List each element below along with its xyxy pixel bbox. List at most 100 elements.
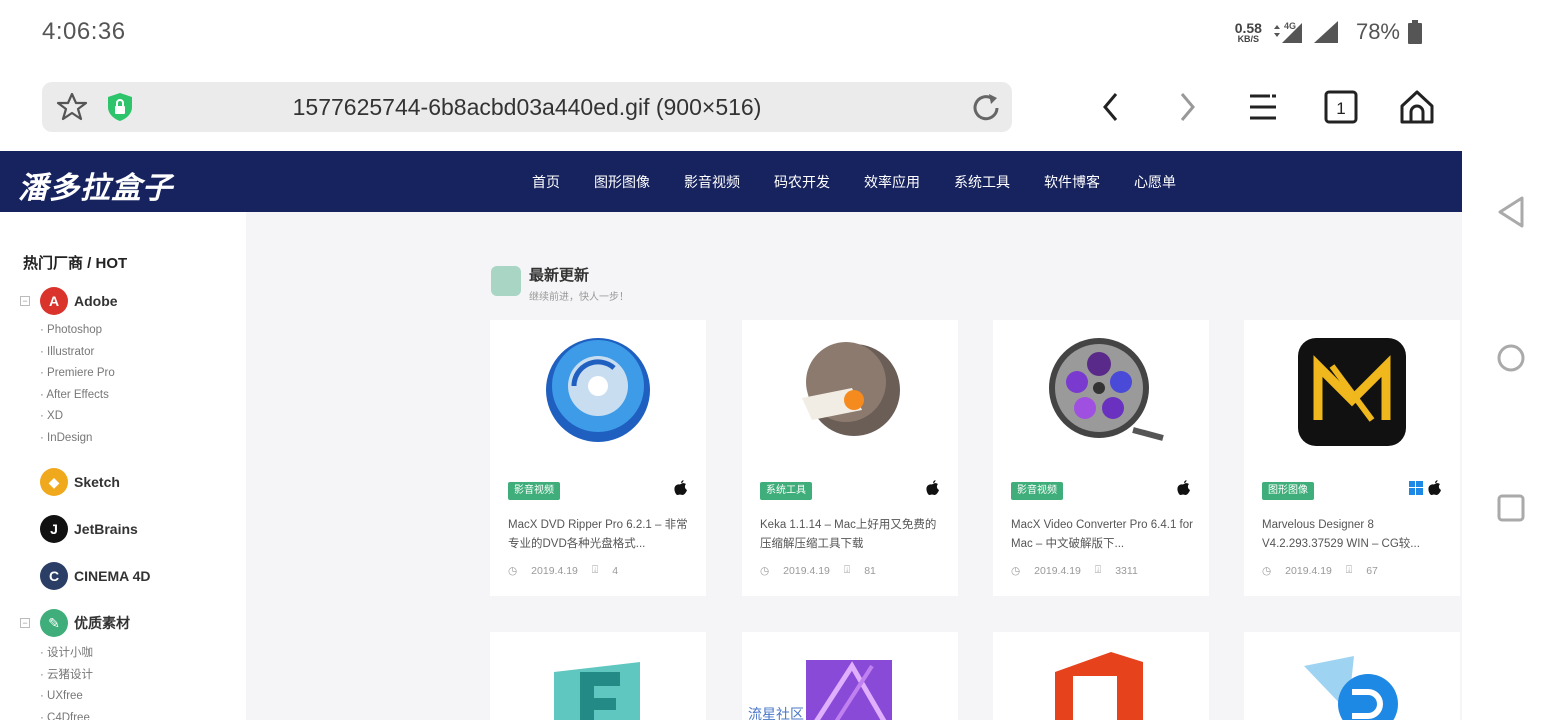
keka-app-icon xyxy=(802,342,900,436)
nav-wishlist[interactable]: 心愿单 xyxy=(1134,172,1176,192)
app-title[interactable]: Marvelous Designer 8 V4.2.293.37529 WIN … xyxy=(1262,516,1444,554)
jetbrains-logo-icon: J xyxy=(40,515,68,543)
list-item[interactable]: · Photoshop xyxy=(40,320,115,342)
app-title[interactable]: MacX DVD Ripper Pro 6.2.1 – 非常专业的DVD各种光盘… xyxy=(508,516,690,554)
nav-graphics[interactable]: 图形图像 xyxy=(594,172,650,192)
vendor-jetbrains[interactable]: J JetBrains xyxy=(40,515,138,543)
app-card[interactable] xyxy=(993,632,1209,720)
app-date: 2019.4.19 xyxy=(1285,564,1332,577)
sketch-logo-icon: ◆ xyxy=(40,468,68,496)
app-downloads: 67 xyxy=(1366,564,1378,577)
app-card[interactable]: 系统工具 Keka 1.1.14 – Mac上好用又免费的压缩解压缩工具下载 ◷… xyxy=(742,320,958,596)
category-tag[interactable]: 影音视频 xyxy=(508,482,560,500)
marvelous-designer-app-icon xyxy=(1298,338,1406,446)
cinema4d-logo-icon: C xyxy=(40,562,68,590)
vendor-cinema4d[interactable]: C CINEMA 4D xyxy=(40,562,151,590)
list-item[interactable]: · C4Dfree xyxy=(40,708,93,720)
vendor-label: Adobe xyxy=(74,293,118,309)
category-tag[interactable]: 影音视频 xyxy=(1011,482,1063,500)
nav-productivity[interactable]: 效率应用 xyxy=(864,172,920,192)
app-title[interactable]: MacX Video Converter Pro 6.4.1 for Mac –… xyxy=(1011,516,1193,554)
app-card[interactable] xyxy=(1244,632,1460,720)
vendor-sketch[interactable]: ◆ Sketch xyxy=(40,468,120,496)
autodesk-app-icon xyxy=(554,662,640,720)
url-text[interactable]: 1577625744-6b8acbd03a440ed.gif (900×516) xyxy=(42,82,1012,132)
network-type-label: 4G xyxy=(1284,21,1296,31)
nav-home[interactable]: 首页 xyxy=(532,172,560,192)
back-arrow-icon[interactable] xyxy=(1088,84,1134,130)
apple-icon xyxy=(1177,480,1190,495)
download-icon: ⍗ xyxy=(1345,564,1353,576)
forward-arrow-icon[interactable] xyxy=(1164,84,1210,130)
platform-icons xyxy=(674,480,688,496)
app-date: 2019.4.19 xyxy=(531,564,578,577)
list-item[interactable]: · Premiere Pro xyxy=(40,363,115,385)
mobile-signal-icon: 4G xyxy=(1273,21,1302,43)
collapse-icon[interactable]: − xyxy=(20,618,30,628)
app-downloads: 4 xyxy=(612,564,619,577)
site-header: 潘多拉盒子 首页 图形图像 影音视频 码农开发 效率应用 系统工具 软件博客 心… xyxy=(0,151,1462,212)
vendor-label: JetBrains xyxy=(74,521,138,537)
vendor-label: 优质素材 xyxy=(74,615,130,631)
home-icon[interactable] xyxy=(1394,84,1440,130)
tabs-icon: 1 xyxy=(1324,90,1358,124)
app-downloads: 3311 xyxy=(1115,564,1138,577)
hot-vendors-title: 热门厂商 / HOT xyxy=(23,255,128,272)
battery-icon xyxy=(1408,20,1422,44)
address-bar[interactable]: 1577625744-6b8acbd03a440ed.gif (900×516) xyxy=(42,82,1012,132)
adobe-logo-icon: A xyxy=(40,287,68,315)
app-card[interactable]: 图形图像 Marvelous Designer 8 V4.2.293.37529… xyxy=(1244,320,1460,596)
screen: 4:06:36 0.58 KB/S 4G 78% 1577625744-6b8a… xyxy=(0,0,1560,720)
list-item[interactable]: · UXfree xyxy=(40,686,93,708)
app-date: 2019.4.19 xyxy=(783,564,830,577)
office-app-icon xyxy=(1055,652,1143,720)
adobe-list: · Photoshop · Illustrator · Premiere Pro… xyxy=(40,320,115,450)
nav-back-icon[interactable] xyxy=(1496,195,1526,229)
nav-video[interactable]: 影音视频 xyxy=(684,172,740,192)
vendor-label: Sketch xyxy=(74,474,120,490)
list-item[interactable]: · XD xyxy=(40,406,115,428)
status-icons: 0.58 KB/S 4G 78% xyxy=(1235,16,1422,48)
download-icon: ⍗ xyxy=(843,564,851,576)
list-item[interactable]: · Illustrator xyxy=(40,342,115,364)
app-title[interactable]: Keka 1.1.14 – Mac上好用又免费的压缩解压缩工具下载 xyxy=(760,516,942,554)
nav-dev[interactable]: 码农开发 xyxy=(774,172,830,192)
watermark-text: 流星社区 xyxy=(748,706,804,720)
battery-percent: 78% xyxy=(1355,19,1400,44)
nav-blog[interactable]: 软件博客 xyxy=(1044,172,1100,192)
download-icon: ⍗ xyxy=(1094,564,1102,576)
site-logo[interactable]: 潘多拉盒子 xyxy=(18,163,173,207)
collapse-icon[interactable]: − xyxy=(20,296,30,306)
ultraedit-app-icon xyxy=(1304,656,1398,720)
nav-recents-icon[interactable] xyxy=(1496,493,1526,523)
apple-icon xyxy=(926,480,939,495)
nav-home-icon[interactable] xyxy=(1496,343,1526,373)
vendor-materials[interactable]: − ✎ 优质素材 xyxy=(20,609,130,637)
vendor-sidebar: 热门厂商 / HOT − A Adobe · Photoshop · Illus… xyxy=(0,212,246,720)
platform-icons xyxy=(926,480,940,496)
menu-icon[interactable] xyxy=(1240,84,1286,130)
list-item[interactable]: · 设计小咖 xyxy=(40,643,93,665)
app-card[interactable]: 影音视频 MacX Video Converter Pro 6.4.1 for … xyxy=(993,320,1209,596)
web-page: 潘多拉盒子 首页 图形图像 影音视频 码农开发 效率应用 系统工具 软件博客 心… xyxy=(0,151,1462,720)
clock-icon: ◷ xyxy=(1011,564,1021,577)
tabs-button[interactable]: 1 xyxy=(1318,84,1364,130)
apple-icon xyxy=(674,480,687,495)
status-time: 4:06:36 xyxy=(42,18,126,45)
apple-icon xyxy=(1428,480,1441,495)
windows-icon xyxy=(1409,481,1423,495)
category-tag[interactable]: 系统工具 xyxy=(760,482,812,500)
list-item[interactable]: · After Effects xyxy=(40,385,115,407)
app-meta: ◷ 2019.4.19 ⍗ 4 xyxy=(508,564,632,577)
list-item[interactable]: · InDesign xyxy=(40,428,115,450)
vendor-adobe[interactable]: − A Adobe xyxy=(20,287,118,315)
app-card[interactable] xyxy=(490,632,706,720)
app-card[interactable]: 影音视频 MacX DVD Ripper Pro 6.2.1 – 非常专业的DV… xyxy=(490,320,706,596)
list-item[interactable]: · 云猪设计 xyxy=(40,665,93,687)
platform-icons xyxy=(1177,480,1191,496)
nav-system-tools[interactable]: 系统工具 xyxy=(954,172,1010,192)
refresh-icon[interactable] xyxy=(970,92,1002,124)
category-tag[interactable]: 图形图像 xyxy=(1262,482,1314,500)
app-meta: ◷ 2019.4.19 ⍗ 81 xyxy=(760,564,890,577)
clock-icon: ◷ xyxy=(508,564,518,577)
